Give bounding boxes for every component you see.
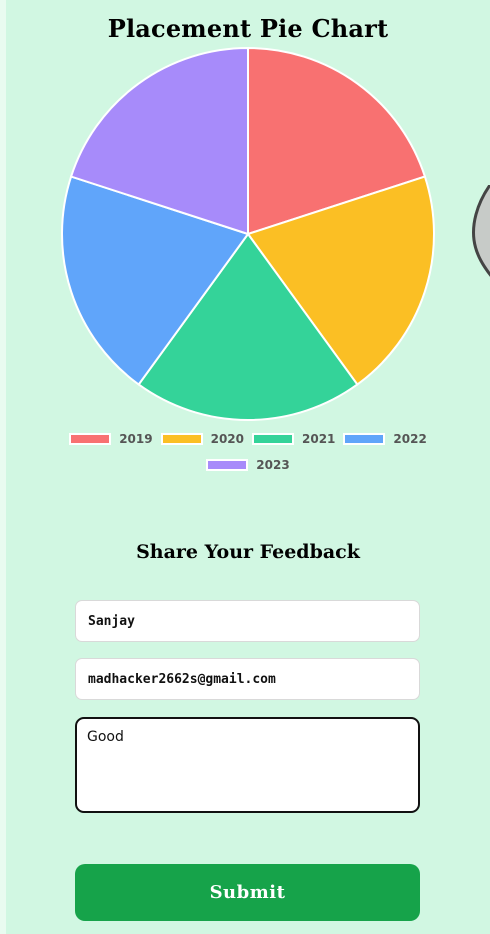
legend-item-2023[interactable]: 2023	[206, 458, 290, 472]
submit-button[interactable]: Submit	[75, 864, 420, 921]
legend-label: 2022	[393, 432, 427, 446]
email-input[interactable]	[75, 658, 420, 700]
pie-chart	[61, 46, 435, 421]
page: Placement Pie Chart 2019 2020 2021 2022 202…	[0, 0, 490, 934]
legend-swatch	[343, 433, 386, 445]
legend-label: 2021	[302, 432, 336, 446]
chart-title: Placement Pie Chart	[107, 14, 389, 43]
legend-swatch	[160, 433, 203, 445]
legend-label: 2019	[119, 432, 153, 446]
legend-label: 2023	[256, 458, 290, 472]
message-textarea[interactable]: Good	[75, 717, 420, 813]
chart-legend: 2019 2020 2021 2022	[0, 432, 490, 448]
chart-legend-row-2: 2023	[0, 458, 490, 474]
name-input[interactable]	[75, 600, 420, 642]
legend-item-2021[interactable]: 2021	[252, 432, 335, 446]
feedback-title: Share Your Feedback	[136, 541, 360, 563]
legend-swatch	[206, 459, 249, 471]
legend-item-2022[interactable]: 2022	[343, 432, 427, 446]
legend-swatch	[69, 433, 112, 445]
legend-item-2020[interactable]: 2020	[160, 432, 244, 446]
legend-item-2019[interactable]: 2019	[69, 432, 153, 446]
legend-label: 2020	[210, 432, 244, 446]
legend-swatch	[252, 433, 294, 445]
decorative-shape	[472, 185, 490, 277]
